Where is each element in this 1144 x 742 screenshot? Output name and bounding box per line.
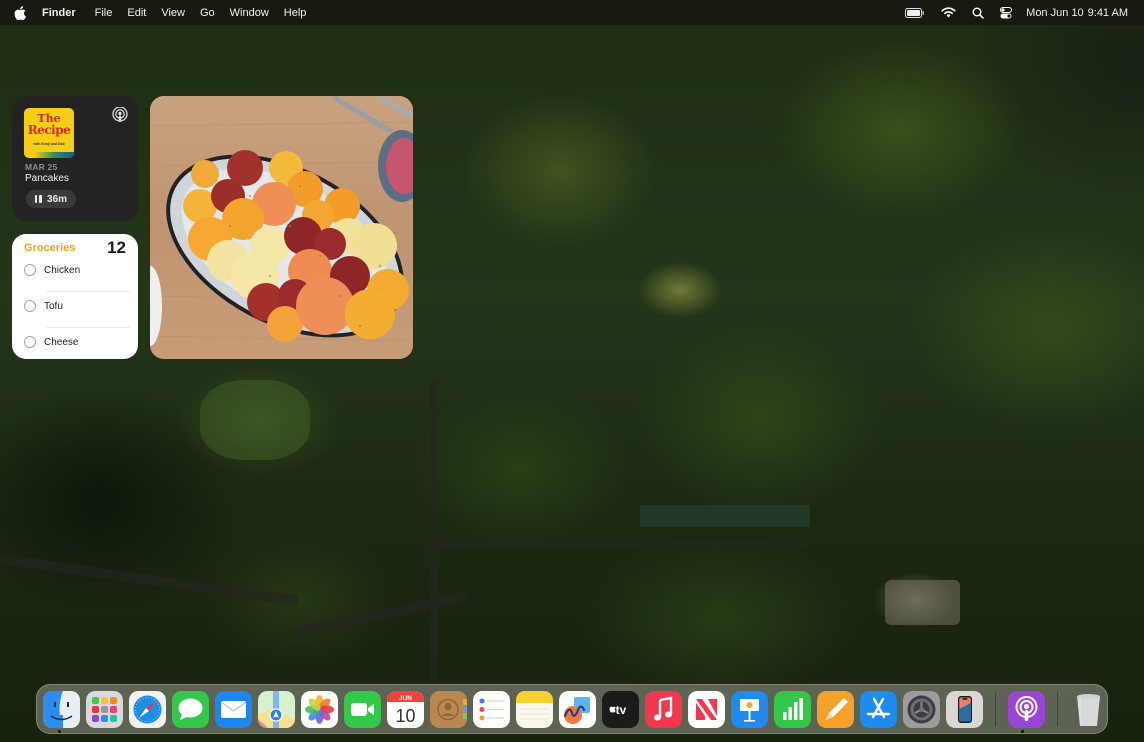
pause-button[interactable]: 36m bbox=[26, 190, 76, 208]
reminder-label: Cheese bbox=[44, 336, 79, 348]
menu-go[interactable]: Go bbox=[200, 7, 215, 19]
clock-time: 9:41 AM bbox=[1087, 6, 1128, 19]
wallpaper-meadow bbox=[200, 380, 310, 460]
menu-file[interactable]: File bbox=[95, 7, 113, 19]
episode-date: MAR 25 bbox=[25, 162, 58, 172]
finder-icon[interactable] bbox=[43, 690, 80, 728]
safari-icon[interactable] bbox=[129, 690, 166, 728]
tv-label: tv bbox=[616, 703, 627, 717]
podcasts-running-indicator bbox=[1021, 730, 1024, 733]
citrus-salad-photo bbox=[150, 96, 413, 359]
dock: JUN 10 tv bbox=[36, 684, 1108, 734]
battery-icon[interactable] bbox=[905, 7, 925, 18]
pages-icon[interactable] bbox=[817, 690, 854, 728]
numbers-icon[interactable] bbox=[774, 690, 811, 728]
finder-running-indicator bbox=[58, 730, 61, 733]
reminder-checkbox[interactable] bbox=[24, 264, 36, 276]
wallpaper-road bbox=[430, 380, 438, 680]
reminder-label: Chicken bbox=[44, 264, 81, 276]
podcast-artwork: The Recipe with Kenji and Deb bbox=[24, 108, 74, 158]
reminders-widget[interactable]: Groceries 12 Chicken Tofu Cheese bbox=[12, 234, 138, 359]
wallpaper-castle bbox=[885, 580, 960, 625]
podcasts-icon bbox=[111, 106, 129, 125]
reminder-checkbox[interactable] bbox=[24, 336, 36, 348]
pause-icon bbox=[34, 195, 42, 203]
calendar-month: JUN bbox=[399, 695, 412, 702]
trash-icon[interactable] bbox=[1070, 691, 1107, 728]
facetime-icon[interactable] bbox=[344, 690, 381, 728]
dock-separator bbox=[1057, 692, 1058, 726]
messages-icon[interactable] bbox=[172, 690, 209, 728]
wallpaper-road bbox=[430, 540, 810, 548]
app-store-icon[interactable] bbox=[860, 690, 897, 728]
iphone-mirroring-icon[interactable] bbox=[946, 690, 983, 728]
wifi-icon[interactable] bbox=[941, 7, 956, 18]
reminder-item[interactable]: Cheese bbox=[24, 332, 128, 352]
menu-app-finder[interactable]: Finder bbox=[42, 7, 76, 19]
maps-icon[interactable] bbox=[258, 690, 295, 728]
reminder-label: Tofu bbox=[44, 300, 63, 312]
menu-bar: Finder File Edit View Go Window Help Mon… bbox=[0, 0, 1144, 25]
mail-icon[interactable] bbox=[215, 690, 252, 728]
wallpaper-path bbox=[290, 591, 470, 639]
photos-icon[interactable] bbox=[301, 690, 338, 728]
reminders-count: 12 bbox=[107, 238, 126, 257]
calendar-icon[interactable]: JUN 10 bbox=[387, 690, 424, 728]
freeform-icon[interactable] bbox=[559, 690, 596, 728]
news-icon[interactable] bbox=[688, 690, 725, 728]
launchpad-icon[interactable] bbox=[86, 690, 123, 728]
calendar-day: 10 bbox=[395, 706, 415, 726]
apple-logo-icon[interactable] bbox=[14, 5, 28, 20]
spotlight-search-icon[interactable] bbox=[972, 7, 984, 19]
notes-icon[interactable] bbox=[516, 690, 553, 728]
wallpaper-path bbox=[0, 554, 300, 606]
reminder-item[interactable]: Chicken bbox=[24, 260, 128, 280]
apple-tv-icon[interactable]: tv bbox=[602, 690, 639, 728]
wallpaper-tennis-courts bbox=[640, 505, 810, 527]
menu-bar-clock[interactable]: Mon Jun 10 9:41 AM bbox=[1026, 7, 1128, 19]
time-remaining: 36m bbox=[46, 193, 67, 205]
episode-title: Pancakes bbox=[25, 173, 69, 184]
keynote-icon[interactable] bbox=[731, 690, 768, 728]
system-settings-icon[interactable] bbox=[903, 690, 940, 728]
podcast-widget[interactable]: The Recipe with Kenji and Deb MAR 25 Pan… bbox=[12, 96, 138, 221]
music-icon[interactable] bbox=[645, 690, 682, 728]
control-center-icon[interactable] bbox=[1000, 6, 1013, 19]
artwork-stripe bbox=[24, 152, 74, 158]
menu-help[interactable]: Help bbox=[284, 7, 307, 19]
photo-widget[interactable] bbox=[150, 96, 413, 359]
reminder-divider bbox=[47, 327, 129, 328]
menu-window[interactable]: Window bbox=[230, 7, 269, 19]
reminders-icon[interactable] bbox=[473, 690, 510, 728]
clock-date: Mon Jun 10 bbox=[1026, 6, 1084, 19]
menu-edit[interactable]: Edit bbox=[127, 7, 146, 19]
reminder-item[interactable]: Tofu bbox=[24, 296, 128, 316]
menu-view[interactable]: View bbox=[161, 7, 185, 19]
artwork-title-line2: Recipe bbox=[27, 123, 71, 137]
reminders-list-name: Groceries bbox=[24, 242, 76, 254]
reminder-checkbox[interactable] bbox=[24, 300, 36, 312]
contacts-icon[interactable] bbox=[430, 690, 467, 728]
artwork-subtitle: with Kenji and Deb bbox=[33, 142, 65, 146]
reminder-divider bbox=[47, 291, 129, 292]
dock-separator bbox=[995, 692, 996, 726]
podcasts-icon[interactable] bbox=[1008, 690, 1045, 728]
